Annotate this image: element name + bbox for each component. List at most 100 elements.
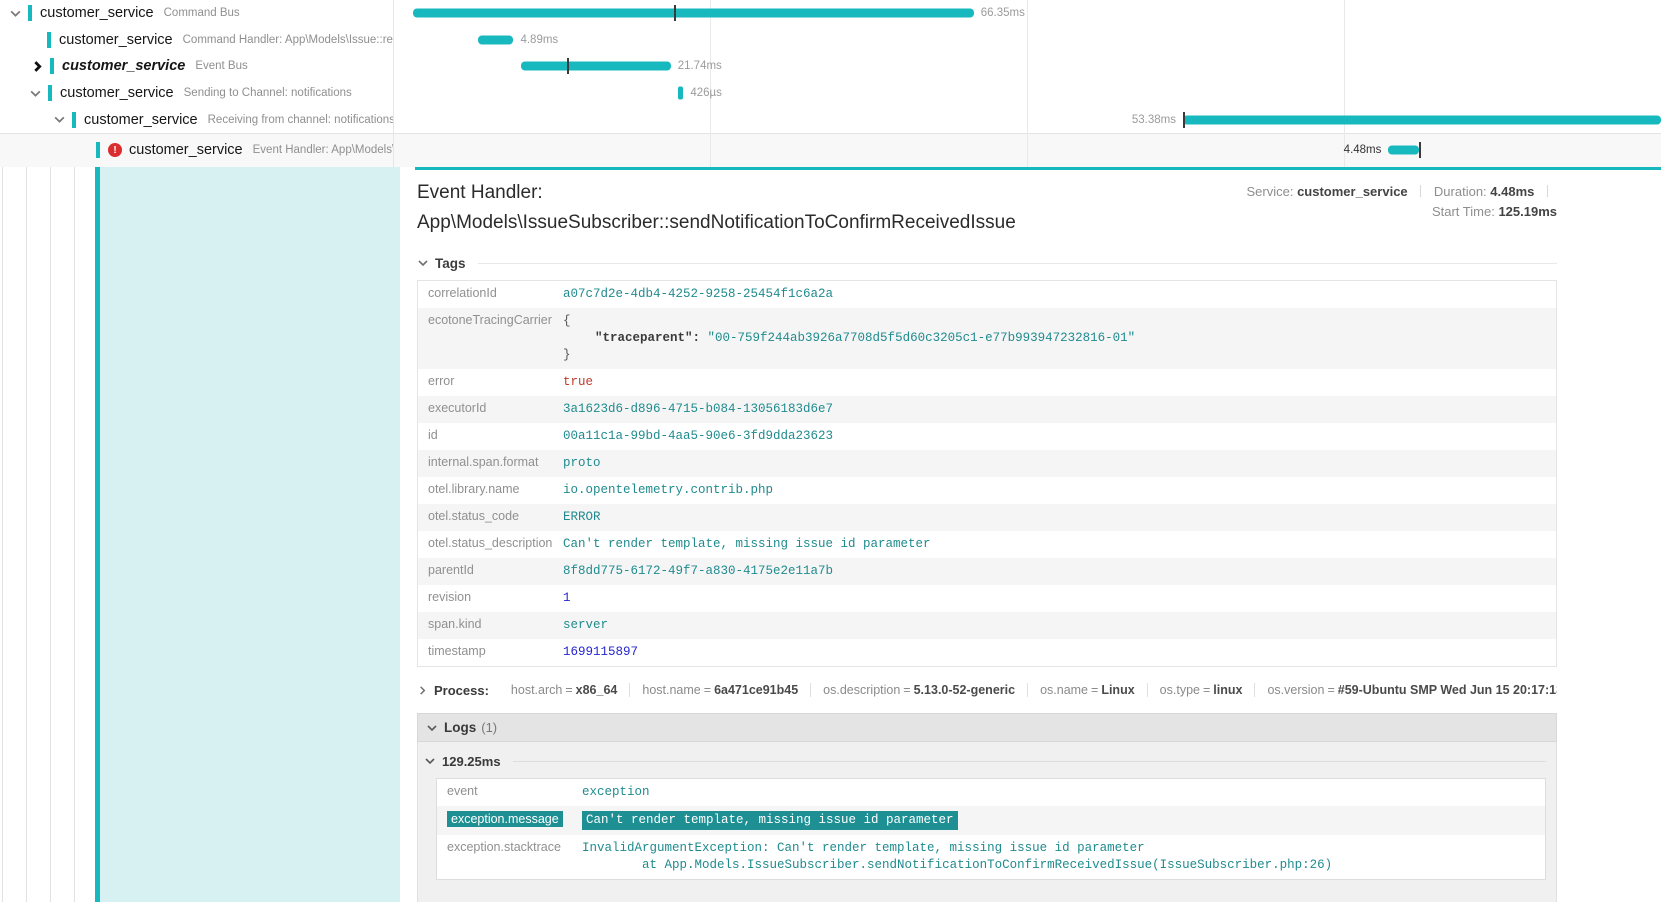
tag-key: otel.status_code (428, 509, 520, 523)
child-span-tick (1418, 142, 1421, 159)
tags-header-label: Tags (435, 255, 466, 271)
trace-span-row[interactable]: customer_service Command Handler: App\Mod… (0, 27, 1661, 54)
span-duration-label: 66.35ms (980, 7, 1025, 20)
tag-key: otel.status_description (428, 536, 553, 550)
service-name: customer_service (40, 5, 154, 22)
tag-key: span.kind (428, 617, 482, 631)
chevron-down-icon (426, 722, 438, 734)
process-item-equals: = (903, 683, 911, 697)
json-value: "00-759f244ab3926a7708d5f5d60c3205c1-e77… (700, 331, 1136, 345)
stacktrace-line: InvalidArgumentException: Can't render t… (582, 841, 1145, 855)
log-field-key: event (447, 784, 478, 798)
process-item: os.version = #59-Ubuntu SMP Wed Jun 15 20:… (1255, 683, 1557, 697)
trace-span-row-label[interactable]: customer_service Event Bus (0, 53, 393, 80)
process-item-equals: = (1202, 683, 1211, 697)
operation-name: Event Handler: App\Models\Is... (252, 144, 393, 157)
service-name: customer_service (129, 142, 243, 159)
span-duration-bar[interactable] (521, 61, 671, 71)
indent-guide (2, 167, 3, 902)
chevron-right-icon[interactable] (30, 60, 44, 73)
trace-span-row[interactable]: customer_service Receiving from channel: … (0, 106, 1661, 133)
span-duration-bar[interactable] (1182, 115, 1661, 125)
tag-row: otel.library.name io.opentelemetry.contri… (418, 477, 1556, 504)
span-duration-bar[interactable] (678, 86, 684, 100)
operation-name: Command Handler: App\Models\Issue::repo.… (182, 33, 393, 46)
tag-row: correlationId a07c7d2e-4db4-4252-9258-254… (418, 281, 1556, 308)
indent-guide (74, 167, 75, 902)
tag-key: timestamp (428, 644, 486, 658)
chevron-down-icon[interactable] (28, 87, 42, 100)
process-item-equals: = (1091, 683, 1099, 697)
chevron-down-icon[interactable] (8, 7, 22, 20)
tag-key: otel.library.name (428, 482, 520, 496)
trace-span-bar-lane[interactable]: 4.89ms (393, 27, 1661, 54)
span-meta: Service: customer_service Duration: 4.48… (1246, 182, 1557, 222)
process-item-value: 5.13.0-52-generic (913, 683, 1016, 697)
tag-value: Can't render template, missing issue id … (563, 537, 931, 551)
tag-key: error (428, 374, 455, 388)
span-color-chip (28, 5, 32, 22)
trace-span-bar-lane[interactable]: 4.48ms (393, 134, 1661, 167)
selected-span-indent-fill (100, 167, 400, 902)
logs-count-badge: (1) (481, 720, 498, 735)
tag-row: revision 1 (418, 585, 1556, 612)
span-duration-bar[interactable] (413, 8, 974, 18)
trace-span-row-label[interactable]: ! customer_service Event Handler: App\Mode… (0, 134, 393, 167)
child-span-tick (566, 58, 569, 75)
chevron-right-icon (417, 685, 428, 696)
process-item-key: host.arch (510, 683, 563, 697)
tags-header-rule (477, 262, 1557, 264)
trace-span-row-label[interactable]: customer_service Command Handler: App\Mod… (0, 27, 393, 54)
log-fields-table: event exception exception.message Can't ren… (436, 778, 1546, 880)
span-color-chip (72, 111, 76, 128)
log-entry-timestamp: 129.25ms (442, 753, 501, 769)
trace-span-bar-lane[interactable]: 66.35ms (393, 0, 1661, 27)
span-duration-label: 426µs (690, 87, 722, 100)
tags-accordion-header[interactable]: Tags (417, 252, 1557, 274)
span-duration-bar[interactable] (477, 35, 514, 45)
trace-span-bar-lane[interactable]: 21.74ms (393, 53, 1661, 80)
span-duration-label: 21.74ms (677, 60, 722, 73)
process-row[interactable]: Process: host.arch = x86_64 host.name = 6a471… (417, 675, 1557, 705)
span-duration-label: 4.48ms (1343, 144, 1382, 157)
search-highlight: Can't render template, missing issue id … (582, 811, 958, 830)
trace-span-bar-lane[interactable]: 426µs (393, 80, 1661, 107)
trace-span-row[interactable]: customer_service Command Bus 66.35ms (0, 0, 1661, 27)
service-name: customer_service (84, 111, 198, 128)
json-entry: "traceparent": "00-759f244ab3926a7708d5f… (563, 330, 1548, 347)
child-span-tick (1182, 111, 1185, 128)
tag-key: id (428, 428, 438, 442)
log-entry-rule (512, 760, 1546, 762)
trace-span-row-label[interactable]: customer_service Command Bus (0, 0, 393, 27)
log-field-key: exception.message (437, 806, 582, 832)
process-item-value: #59-Ubuntu SMP Wed Jun 15 20:17:13 U... (1337, 683, 1557, 697)
service-label: Service: (1246, 184, 1294, 199)
process-item-key: host.name (642, 683, 701, 697)
span-color-chip (50, 58, 54, 75)
stacktrace-line: at App.Models.IssueSubscriber.sendNotifi… (582, 858, 1333, 872)
span-duration-bar[interactable] (1388, 145, 1419, 155)
tag-row: otel.status_description Can't render temp… (418, 531, 1556, 558)
trace-span-row[interactable]: customer_service Sending to Channel: noti… (0, 80, 1661, 107)
child-span-tick (674, 5, 677, 22)
tag-key: parentId (428, 563, 474, 577)
trace-span-row-label[interactable]: customer_service Sending to Channel: noti… (0, 80, 393, 107)
chevron-down-icon (417, 257, 429, 269)
logs-accordion-header[interactable]: Logs (1) (417, 713, 1557, 742)
meta-divider (1420, 185, 1422, 197)
logs-body: 129.25ms event exception exception.message… (417, 742, 1557, 902)
log-field-row: event exception (437, 779, 1545, 806)
process-item: os.type = linux (1148, 683, 1256, 697)
log-field-row: exception.message Can't render template, … (437, 806, 1545, 835)
json-key: "traceparent": (595, 331, 701, 345)
tag-value: io.opentelemetry.contrib.php (563, 483, 774, 497)
chevron-down-icon[interactable] (52, 113, 66, 126)
service-name: customer_service (62, 58, 186, 75)
tag-key: executorId (428, 401, 487, 415)
trace-span-row-label[interactable]: customer_service Receiving from channel: … (0, 106, 393, 133)
log-entry-header[interactable]: 129.25ms (424, 746, 1546, 776)
trace-span-row[interactable]: ! customer_service Event Handler: App\Mode… (0, 132, 1661, 167)
trace-span-bar-lane[interactable]: 53.38ms (393, 106, 1661, 133)
trace-span-row[interactable]: customer_service Event Bus 21.74ms (0, 53, 1661, 80)
tag-row: span.kind server (418, 612, 1556, 639)
